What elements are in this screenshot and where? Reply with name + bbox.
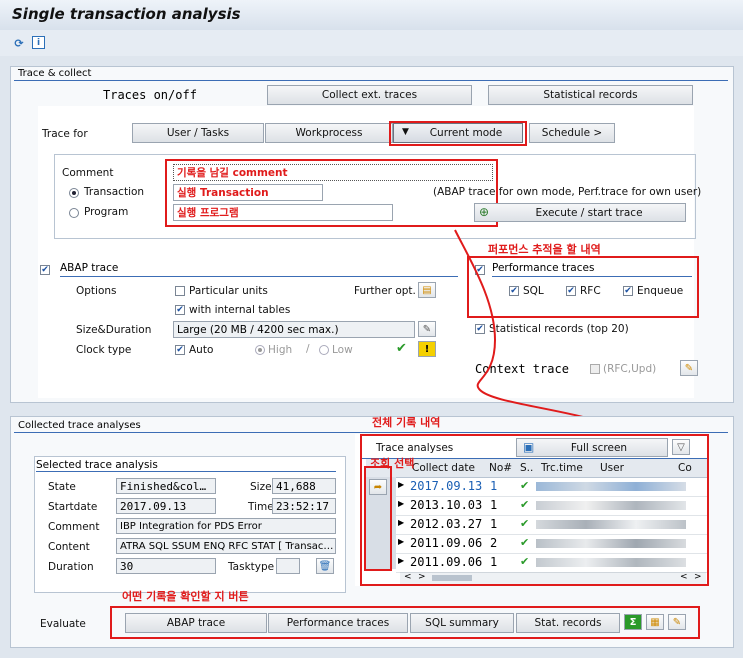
tasktype-label: Tasktype: [228, 561, 275, 573]
collected-title: Collected trace analyses: [18, 420, 141, 431]
startdate-label: Startdate: [48, 501, 98, 513]
annotation-all-records: 전체 기록 내역: [372, 416, 441, 429]
time-field[interactable]: 23:52:17: [272, 498, 336, 514]
selected-trace-header: Selected trace analysis: [36, 459, 336, 472]
trash-icon[interactable]: 🗑: [316, 558, 334, 574]
comment-label: Comment: [48, 521, 100, 533]
evaluate-label: Evaluate: [40, 618, 86, 630]
annotation-select: 조회 선택: [370, 457, 415, 470]
comment-field[interactable]: IBP Integration for PDS Error: [116, 518, 336, 534]
size-label: Size: [250, 481, 272, 493]
tasktype-field[interactable]: [276, 558, 300, 574]
duration-label: Duration: [48, 561, 94, 573]
duration-field[interactable]: 30: [116, 558, 216, 574]
divider: [14, 432, 728, 433]
time-label: Time: [248, 501, 274, 513]
state-field[interactable]: Finished&col…: [116, 478, 216, 494]
annotation-box: [110, 606, 700, 639]
content-field[interactable]: ATRA SQL SSUM ENQ RFC STAT [ Transac…: [116, 538, 336, 554]
size-field[interactable]: 41,688: [272, 478, 336, 494]
annotation-box: [364, 466, 392, 571]
state-label: State: [48, 481, 76, 493]
annotation-evaluate: 어떤 기록을 확인할 지 버튼: [122, 590, 249, 603]
selected-trace-title: Selected trace analysis: [36, 459, 158, 471]
content-label: Content: [48, 541, 90, 553]
startdate-field[interactable]: 2017.09.13: [116, 498, 216, 514]
